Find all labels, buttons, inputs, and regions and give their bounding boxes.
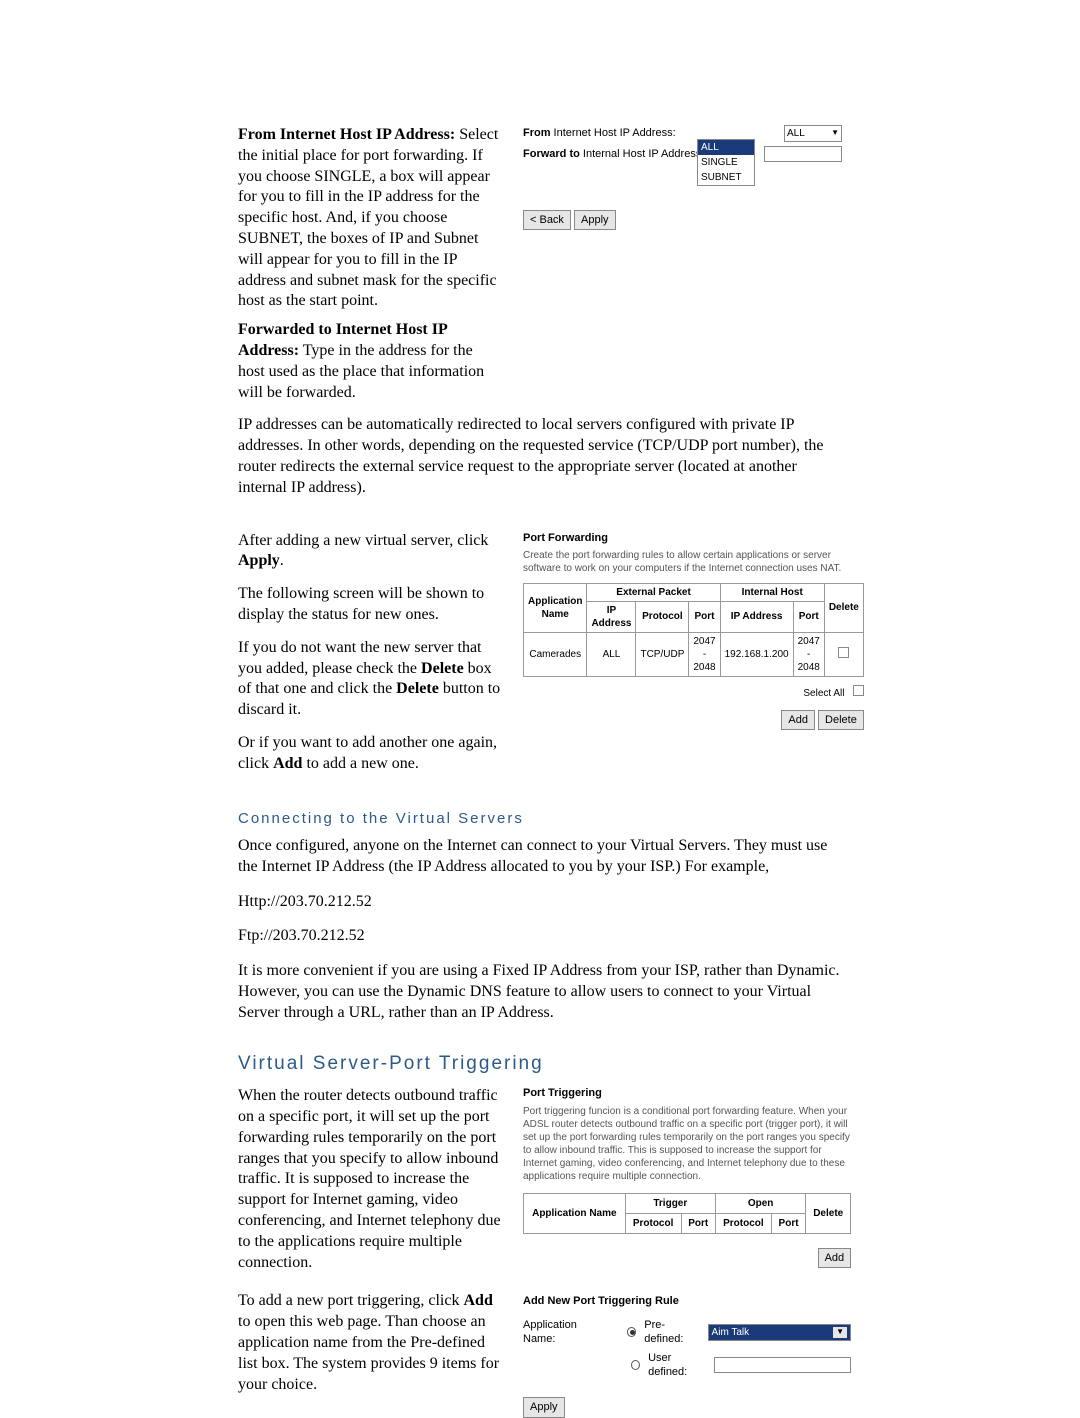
pf-h-app: Application Name (524, 583, 587, 632)
pf-h-intport: Port (793, 601, 824, 632)
forward-ip-input[interactable] (764, 146, 842, 162)
shot1-fwd-bold: Forward to (523, 148, 580, 160)
from-ip-dropdown[interactable]: ALL SINGLE SUBNET (697, 139, 755, 186)
radio-predefined[interactable] (627, 1327, 636, 1337)
shot1-from-rest: Internet Host IP Address: (551, 127, 676, 139)
connect-p2: It is more convenient if you are using a… (238, 961, 842, 1023)
pt-h-t-port: Port (681, 1213, 715, 1233)
connect-url2: Ftp://203.70.212.52 (238, 926, 842, 947)
pf-h-ext: External Packet (587, 583, 720, 601)
rule-appname-label: Application Name: (523, 1318, 605, 1347)
pt-h-app: Application Name (524, 1193, 626, 1233)
pf-h-extip: IP Address (587, 601, 636, 632)
para-from-ip: Select the initial place for port forwar… (238, 126, 498, 309)
pf-h-extport: Port (689, 601, 720, 632)
shot1-fwd-rest: Internal Host IP Address: (580, 148, 705, 160)
userdefined-input[interactable] (714, 1357, 851, 1373)
p-after-apply: Apply (238, 552, 280, 569)
p-after2: . (280, 552, 284, 569)
pt-h-open: Open (715, 1193, 805, 1213)
radio-userdefined[interactable] (631, 1360, 640, 1370)
from-ip-select[interactable]: ALL ▼ (784, 125, 842, 142)
chevron-down-icon: ▼ (831, 128, 839, 138)
dropdown-opt-subnet[interactable]: SUBNET (698, 170, 754, 185)
chevron-down-icon: ▼ (833, 1327, 847, 1337)
predefined-select[interactable]: Aim Talk ▼ (708, 1324, 852, 1341)
pf-h-extproto: Protocol (636, 601, 689, 632)
pt-left-p2a: To add a new port triggering, click (238, 1292, 463, 1309)
pt-h-del: Delete (806, 1193, 851, 1233)
pf-extproto: TCP/UDP (636, 632, 689, 676)
pt-add-button[interactable]: Add (818, 1248, 852, 1268)
p-del2: Delete (421, 660, 464, 677)
pt-h-o-port: Port (771, 1213, 805, 1233)
heading-connecting: Connecting to the Virtual Servers (238, 809, 842, 829)
connect-p1: Once configured, anyone on the Internet … (238, 836, 842, 878)
pf-delete-button[interactable]: Delete (818, 710, 864, 730)
pt-desc: Port triggering funcion is a conditional… (523, 1105, 851, 1183)
pt-h-t-proto: Protocol (625, 1213, 681, 1233)
table-row: Camerades ALL TCP/UDP 2047 - 2048 192.16… (524, 632, 864, 676)
pf-intport: 2047 - 2048 (793, 632, 824, 676)
pf-h-del: Delete (824, 583, 863, 632)
p-add3: to add a new one. (302, 755, 418, 772)
pf-add-button[interactable]: Add (781, 710, 815, 730)
pf-h-int: Internal Host (720, 583, 824, 601)
apply-button[interactable]: Apply (574, 210, 616, 230)
pt-left-p2b: Add (463, 1292, 492, 1309)
heading-port-triggering: Virtual Server-Port Triggering (238, 1052, 842, 1077)
pt-title: Port Triggering (523, 1086, 851, 1100)
p-after1: After adding a new virtual server, click (238, 532, 488, 549)
rule-title: Add New Port Triggering Rule (523, 1294, 851, 1308)
pf-selectall-checkbox[interactable] (853, 685, 864, 696)
pf-selectall-label: Select All (803, 688, 844, 699)
pf-extport: 2047 - 2048 (689, 632, 720, 676)
pt-left-p2c: to open this web page. Than choose an ap… (238, 1313, 499, 1392)
back-button[interactable]: < Back (523, 210, 571, 230)
pf-table: Application Name External Packet Interna… (523, 583, 864, 677)
dropdown-opt-all[interactable]: ALL (698, 140, 754, 155)
predefined-value: Aim Talk (712, 1326, 750, 1339)
from-ip-select-value: ALL (787, 127, 805, 140)
pf-delete-checkbox[interactable] (838, 647, 849, 658)
pf-app: Camerades (524, 632, 587, 676)
label-predefined: Pre-defined: (644, 1318, 699, 1347)
p-following: The following screen will be shown to di… (238, 584, 503, 626)
pt-h-o-proto: Protocol (715, 1213, 771, 1233)
pf-h-intip: IP Address (720, 601, 793, 632)
heading-from-ip: From Internet Host IP Address: (238, 126, 455, 143)
p-del4: Delete (396, 680, 439, 697)
pf-extip: ALL (587, 632, 636, 676)
rule-apply-button[interactable]: Apply (523, 1397, 565, 1417)
pt-left-p1: When the router detects outbound traffic… (238, 1086, 503, 1273)
pt-h-trigger: Trigger (625, 1193, 715, 1213)
pf-intip: 192.168.1.200 (720, 632, 793, 676)
dropdown-opt-single[interactable]: SINGLE (698, 155, 754, 170)
shot1-from-bold: From (523, 127, 551, 139)
pf-desc: Create the port forwarding rules to allo… (523, 549, 864, 575)
pf-title: Port Forwarding (523, 531, 864, 545)
pt-table: Application Name Trigger Open Delete Pro… (523, 1193, 851, 1234)
label-userdefined: User defined: (648, 1351, 706, 1380)
connect-url1: Http://203.70.212.52 (238, 892, 842, 913)
para-redirect: IP addresses can be automatically redire… (238, 415, 842, 498)
p-add2: Add (273, 755, 302, 772)
